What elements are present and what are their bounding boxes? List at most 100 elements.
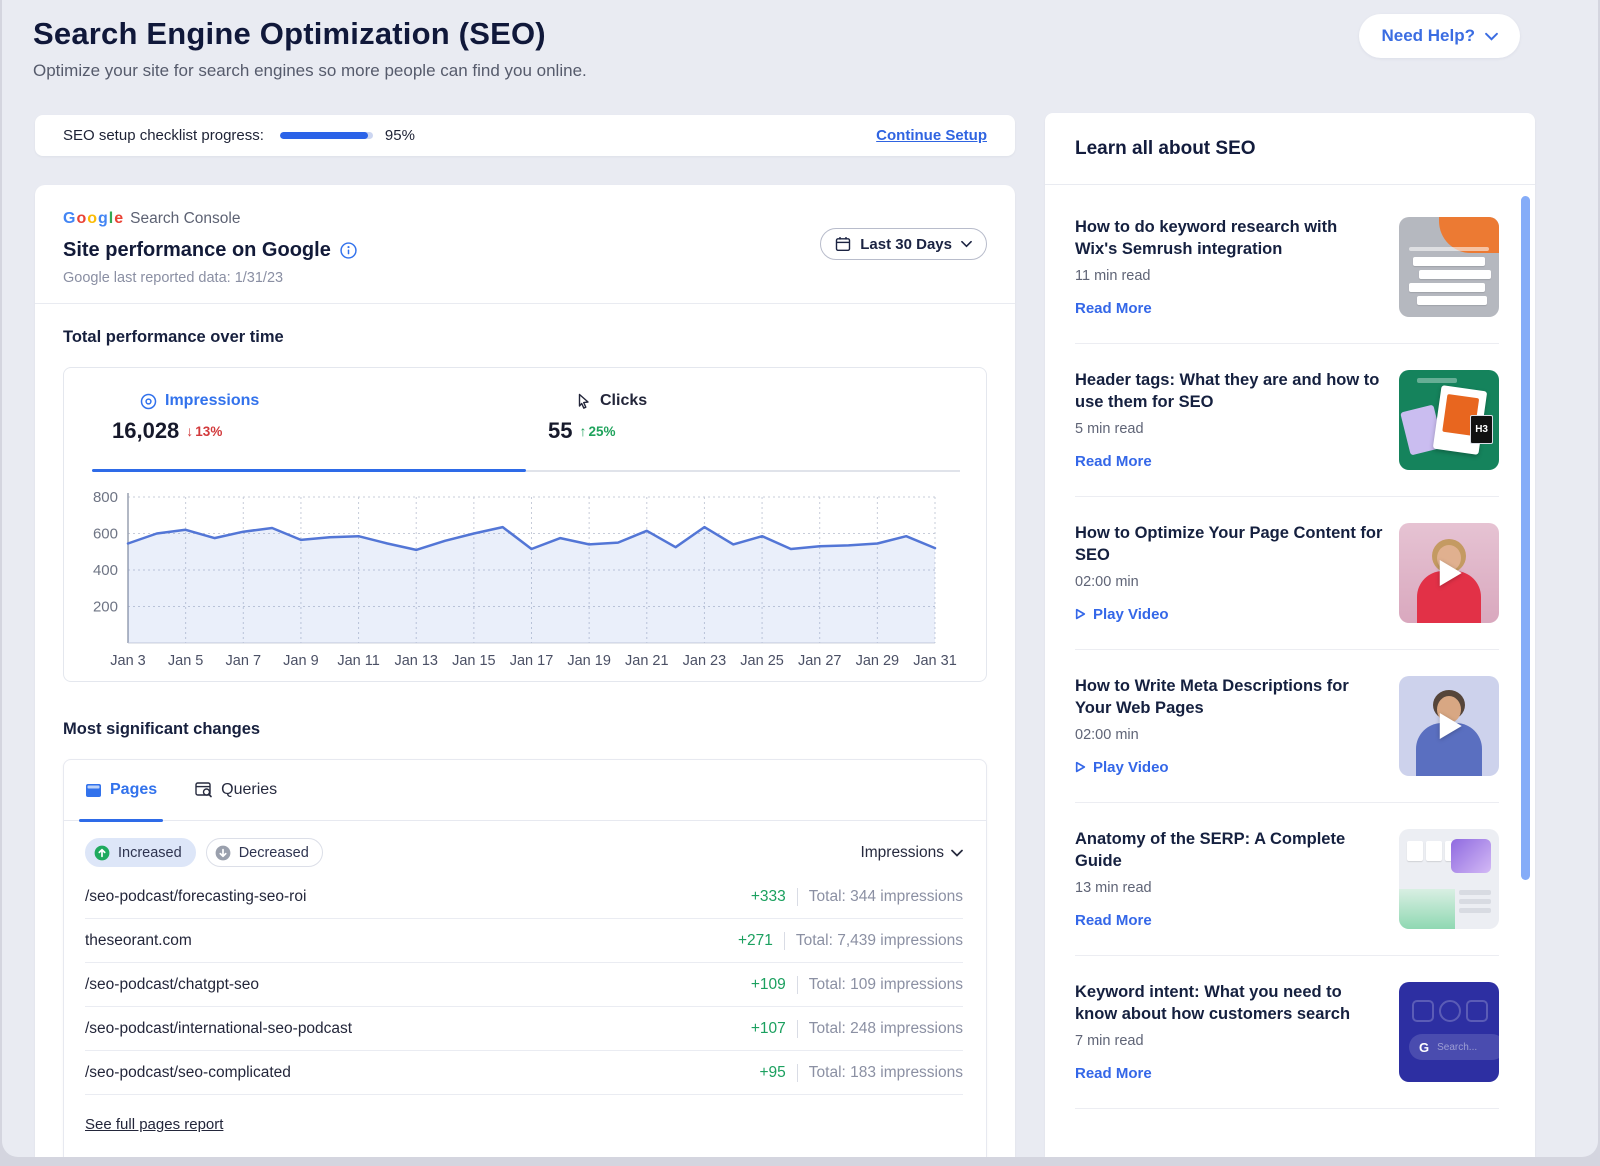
video-thumbnail[interactable] xyxy=(1399,523,1499,623)
svg-text:Jan 31: Jan 31 xyxy=(913,653,957,669)
logo-letter: o xyxy=(76,210,86,228)
svg-text:800: 800 xyxy=(93,489,118,506)
tab-pages[interactable]: Pages xyxy=(85,760,157,820)
total-impressions: Total: 109 impressions xyxy=(809,976,963,994)
chevron-down-icon xyxy=(951,849,963,857)
article-item[interactable]: How to Write Meta Descriptions for Your … xyxy=(1075,650,1499,803)
play-video-link[interactable]: Play Video xyxy=(1075,606,1383,623)
filter-increased[interactable]: Increased xyxy=(85,838,196,867)
performance-chart-panel: Impressions 16,028 ↓13% Clicks 55 ↑25% xyxy=(63,367,987,682)
logo-letter: g xyxy=(98,210,108,228)
divider xyxy=(797,888,798,906)
svg-text:Jan 3: Jan 3 xyxy=(110,653,145,669)
info-icon[interactable] xyxy=(340,242,357,259)
impressions-icon xyxy=(140,393,157,410)
inactive-tab-underline xyxy=(526,470,960,472)
tab-queries[interactable]: Queries xyxy=(195,760,277,820)
page-path: /seo-podcast/forecasting-seo-roi xyxy=(85,888,306,906)
svg-text:Jan 11: Jan 11 xyxy=(337,653,379,669)
total-impressions: Total: 7,439 impressions xyxy=(796,932,963,950)
page-change-row[interactable]: /seo-podcast/chatgpt-seo +109Total: 109 … xyxy=(85,963,963,1007)
svg-text:Jan 17: Jan 17 xyxy=(510,653,554,669)
read-more-link[interactable]: Read More xyxy=(1075,453,1383,470)
page-path: theseorant.com xyxy=(85,932,192,950)
svg-text:Jan 5: Jan 5 xyxy=(168,653,203,669)
google-search-bar-art: G Search... xyxy=(1409,1034,1499,1060)
tab-impressions[interactable]: Impressions 16,028 ↓13% xyxy=(112,392,259,444)
svg-text:Jan 25: Jan 25 xyxy=(740,653,784,669)
svg-text:600: 600 xyxy=(93,526,118,543)
sort-by-selector[interactable]: Impressions xyxy=(860,844,963,862)
impressions-delta: ↓13% xyxy=(186,423,222,439)
impressions-value: 16,028 xyxy=(112,418,179,444)
sort-label: Impressions xyxy=(860,844,944,862)
article-item[interactable]: Header tags: What they are and how to us… xyxy=(1075,344,1499,497)
article-item[interactable]: How to do keyword research with Wix's Se… xyxy=(1075,191,1499,344)
date-range-selector[interactable]: Last 30 Days xyxy=(820,228,987,260)
video-thumbnail[interactable] xyxy=(1399,676,1499,776)
change-value: +107 xyxy=(751,1020,786,1038)
page-change-row[interactable]: /seo-podcast/seo-complicated +95 Total: 1… xyxy=(85,1051,963,1095)
logo-letter: o xyxy=(87,210,97,228)
article-item[interactable]: Keyword intent: What you need to know ab… xyxy=(1075,956,1499,1109)
svg-text:Jan 21: Jan 21 xyxy=(625,653,669,669)
page-path: /seo-podcast/seo-complicated xyxy=(85,1064,291,1082)
card-title: Site performance on Google xyxy=(63,239,331,262)
filter-decreased[interactable]: Decreased xyxy=(206,838,323,867)
article-thumbnail[interactable]: H3 xyxy=(1399,370,1499,470)
total-impressions: Total: 183 impressions xyxy=(809,1064,963,1082)
article-title: Header tags: What they are and how to us… xyxy=(1075,370,1383,414)
article-item[interactable]: Anatomy of the SERP: A Complete Guide 13… xyxy=(1075,803,1499,956)
progress-percent: 95% xyxy=(385,127,415,144)
change-value: +95 xyxy=(759,1064,785,1082)
continue-setup-link[interactable]: Continue Setup xyxy=(876,127,987,144)
clicks-delta: ↑25% xyxy=(579,423,615,439)
svg-text:Jan 15: Jan 15 xyxy=(452,653,496,669)
read-more-link[interactable]: Read More xyxy=(1075,912,1383,929)
learn-seo-heading: Learn all about SEO xyxy=(1045,113,1535,185)
tab-clicks[interactable]: Clicks 55 ↑25% xyxy=(548,392,647,444)
scrollbar[interactable] xyxy=(1521,196,1530,880)
article-thumbnail[interactable] xyxy=(1399,829,1499,929)
h3-tag-label: H3 xyxy=(1470,415,1493,444)
logo-letter: G xyxy=(63,210,75,228)
svg-text:400: 400 xyxy=(93,562,118,579)
article-thumbnail[interactable] xyxy=(1399,217,1499,317)
calendar-icon xyxy=(835,236,851,252)
svg-text:Jan 13: Jan 13 xyxy=(394,653,438,669)
page-path: /seo-podcast/chatgpt-seo xyxy=(85,976,259,994)
page-change-row[interactable]: theseorant.com +271Total: 7,439 impressi… xyxy=(85,919,963,963)
need-help-button[interactable]: Need Help? xyxy=(1359,14,1520,58)
page-header: Search Engine Optimization (SEO) Optimiz… xyxy=(33,16,587,81)
total-impressions: Total: 344 impressions xyxy=(809,888,963,906)
pages-change-list: /seo-podcast/forecasting-seo-roi +333Tot… xyxy=(85,875,963,1095)
read-more-link[interactable]: Read More xyxy=(1075,1065,1383,1082)
svg-text:Jan 7: Jan 7 xyxy=(226,653,261,669)
decrease-icon xyxy=(215,845,231,861)
filter-increased-label: Increased xyxy=(118,845,182,861)
article-thumbnail[interactable]: G Search... xyxy=(1399,982,1499,1082)
page-change-row[interactable]: /seo-podcast/forecasting-seo-roi +333Tot… xyxy=(85,875,963,919)
page-change-row[interactable]: /seo-podcast/international-seo-podcast +… xyxy=(85,1007,963,1051)
date-range-label: Last 30 Days xyxy=(860,236,952,253)
article-item[interactable]: How to Optimize Your Page Content for SE… xyxy=(1075,497,1499,650)
see-full-pages-report-link[interactable]: See full pages report xyxy=(85,1116,223,1133)
read-more-link[interactable]: Read More xyxy=(1075,300,1383,317)
divider xyxy=(797,1064,798,1082)
learn-seo-panel: Learn all about SEO How to do keyword re… xyxy=(1045,113,1535,1157)
play-button-icon xyxy=(1440,560,1462,586)
svg-text:Jan 9: Jan 9 xyxy=(283,653,318,669)
page-subtitle: Optimize your site for search engines so… xyxy=(33,61,587,81)
clicks-cursor-icon xyxy=(576,393,592,410)
article-read-time: 5 min read xyxy=(1075,421,1383,437)
article-duration: 02:00 min xyxy=(1075,574,1383,590)
page-title: Search Engine Optimization (SEO) xyxy=(33,16,587,52)
divider xyxy=(797,1020,798,1038)
play-video-link[interactable]: Play Video xyxy=(1075,759,1383,776)
logo-letter: l xyxy=(109,210,113,228)
queries-icon xyxy=(195,782,213,798)
progress-fill xyxy=(280,132,368,139)
google-g-logo: G xyxy=(1419,1040,1429,1055)
arrow-up-icon: ↑ xyxy=(579,423,586,439)
chevron-down-icon xyxy=(1485,32,1498,41)
